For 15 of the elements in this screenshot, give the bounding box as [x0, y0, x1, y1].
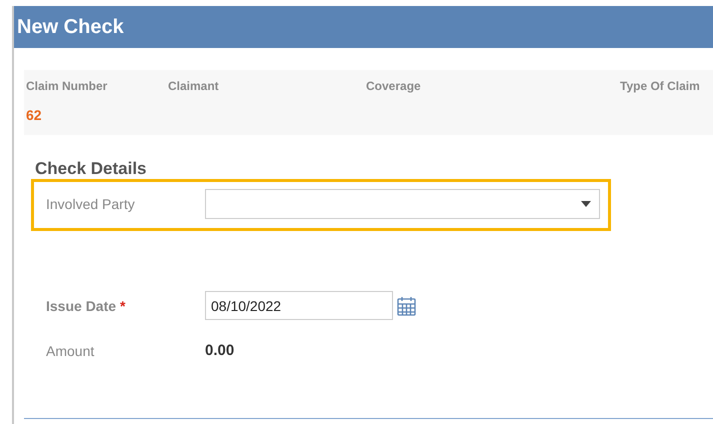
- column-label: Claimant: [168, 79, 220, 93]
- section-title: Check Details: [35, 159, 148, 179]
- amount-value: 0.00: [205, 342, 234, 359]
- window-title: New Check: [14, 6, 713, 48]
- dropdown-field[interactable]: [205, 189, 600, 219]
- claim-number-value: 62: [26, 107, 43, 123]
- caret-icon: [581, 201, 591, 207]
- date-field[interactable]: 08/10/2022: [205, 291, 393, 320]
- field-label: Issue Date *: [46, 298, 126, 314]
- field-label: Amount: [46, 342, 96, 358]
- calendar-icon[interactable]: [397, 296, 416, 316]
- column-label: Claim Number: [26, 79, 108, 93]
- column-label: Type Of Claim: [620, 79, 701, 93]
- column-label: Coverage: [366, 79, 422, 93]
- field-label: Involved Party: [46, 196, 136, 212]
